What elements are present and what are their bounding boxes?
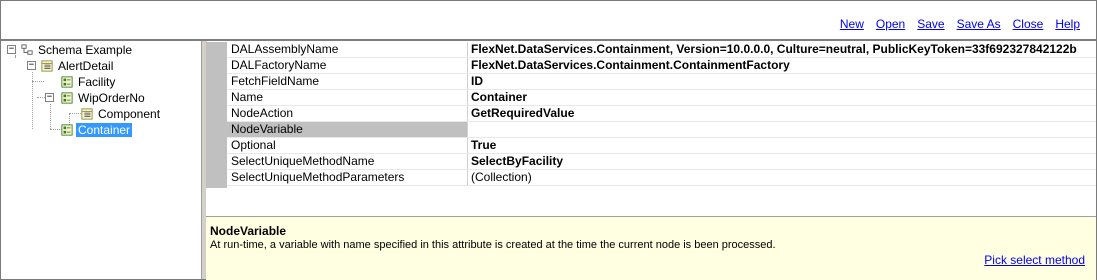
tree-node-container[interactable]: Container (61, 122, 133, 138)
tree-node-label: Schema Example (38, 43, 133, 57)
tree-connector (32, 81, 44, 82)
node-icon (61, 92, 73, 104)
pick-select-method-link[interactable]: Pick select method (984, 253, 1085, 267)
schema-editor-window: New Open Save Save As Close Help − Schem… (0, 0, 1097, 280)
property-value[interactable]: ID (468, 74, 1096, 89)
property-value[interactable]: SelectByFacility (468, 154, 1096, 169)
tree-node-facility[interactable]: Facility (61, 74, 117, 90)
property-name: FetchFieldName (227, 74, 468, 89)
entity-icon (41, 60, 53, 72)
property-name: Optional (227, 138, 468, 153)
file-menu: New Open Save Save As Close Help (840, 17, 1080, 31)
property-row[interactable]: Name Container (227, 90, 1096, 106)
tree-node-label: WipOrderNo (78, 91, 145, 105)
property-name: NodeVariable (227, 122, 468, 137)
tree-connector (15, 55, 16, 57)
property-value[interactable]: FlexNet.DataServices.Containment.Contain… (468, 58, 1096, 73)
node-icon (61, 76, 73, 88)
property-grid-margin (206, 42, 227, 188)
property-grid[interactable]: DALAssemblyName FlexNet.DataServices.Con… (206, 42, 1096, 216)
top-menu-bar: New Open Save Save As Close Help (1, 1, 1096, 39)
tree-node-component[interactable]: Component (81, 106, 162, 122)
property-value[interactable]: GetRequiredValue (468, 106, 1096, 121)
property-row[interactable]: NodeAction GetRequiredValue (227, 106, 1096, 122)
property-name: DALAssemblyName (227, 42, 468, 57)
tree-node-label: Component (98, 107, 161, 121)
save-link[interactable]: Save (917, 17, 944, 31)
property-value[interactable]: Container (468, 90, 1096, 105)
help-description: At run-time, a variable with name specif… (210, 239, 776, 251)
property-name: SelectUniqueMethodParameters (227, 170, 468, 185)
property-value[interactable]: (Collection) (468, 170, 1096, 185)
schema-icon (21, 44, 33, 55)
property-value[interactable]: FlexNet.DataServices.Containment, Versio… (468, 42, 1096, 57)
property-name: SelectUniqueMethodName (227, 154, 468, 169)
close-link[interactable]: Close (1013, 17, 1044, 31)
tree-connector (50, 104, 51, 129)
property-row[interactable]: FetchFieldName ID (227, 74, 1096, 90)
property-name: DALFactoryName (227, 58, 468, 73)
collapse-toggle[interactable]: − (27, 61, 36, 70)
tree-node-label: Container (76, 123, 133, 137)
property-help-panel: NodeVariable At run-time, a variable wit… (206, 216, 1096, 280)
help-title: NodeVariable (210, 224, 287, 238)
tree-node-schema-example[interactable]: Schema Example (21, 42, 134, 58)
new-link[interactable]: New (840, 17, 864, 31)
collapse-toggle[interactable]: − (45, 93, 54, 102)
schema-tree[interactable]: − Schema Example − AlertDetail Facility … (1, 41, 201, 279)
collapse-toggle[interactable]: − (7, 45, 16, 54)
property-row-selected[interactable]: NodeVariable (227, 122, 1096, 138)
property-row[interactable]: DALAssemblyName FlexNet.DataServices.Con… (227, 42, 1096, 58)
property-row[interactable]: SelectUniqueMethodName SelectByFacility (227, 154, 1096, 170)
entity-icon (81, 108, 93, 120)
property-row[interactable]: Optional True (227, 138, 1096, 154)
tree-node-label: AlertDetail (58, 59, 114, 73)
tree-node-label: Facility (78, 75, 116, 89)
property-value[interactable]: True (468, 138, 1096, 153)
tree-node-wip-order-no[interactable]: WipOrderNo (61, 90, 147, 106)
property-row[interactable]: DALFactoryName FlexNet.DataServices.Cont… (227, 58, 1096, 74)
tree-connector (69, 113, 81, 114)
node-icon (61, 124, 73, 136)
tree-node-alert-detail[interactable]: AlertDetail (41, 58, 115, 74)
property-value[interactable] (468, 122, 1096, 137)
property-name: Name (227, 90, 468, 105)
help-link[interactable]: Help (1055, 17, 1080, 31)
save-as-link[interactable]: Save As (957, 17, 1001, 31)
property-name: NodeAction (227, 106, 468, 121)
open-link[interactable]: Open (876, 17, 905, 31)
property-row[interactable]: SelectUniqueMethodParameters (Collection… (227, 170, 1096, 186)
